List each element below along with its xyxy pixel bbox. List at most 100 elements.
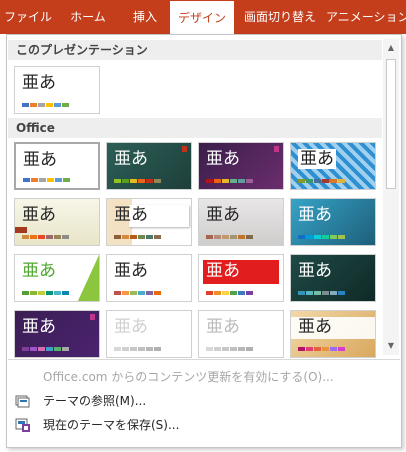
vertical-scrollbar[interactable]: ▲ ▼ [383, 39, 399, 355]
color-swatch [238, 291, 245, 295]
theme-tile-slice[interactable]: 亜あ [106, 198, 192, 246]
color-swatch [338, 347, 345, 351]
color-swatch [298, 291, 305, 295]
theme-tile-berlin[interactable]: 亜あ [198, 254, 284, 302]
color-swatch [338, 235, 345, 239]
color-swatch [322, 347, 329, 351]
enable-content-updates-command: Office.com からのコンテンツ更新を有効にする(O)... [7, 366, 399, 388]
browse-themes-command[interactable]: テーマの参照(M)... [7, 390, 399, 412]
tab-transitions[interactable]: 画面切り替え [234, 0, 326, 34]
color-swatch [214, 235, 221, 239]
theme-tile-wisp[interactable]: 亜あ [198, 198, 284, 246]
divider [8, 359, 400, 360]
color-swatch [46, 103, 53, 107]
accent-stripe [15, 227, 27, 233]
color-swatch [230, 179, 237, 183]
save-current-theme-command[interactable]: 現在のテーマを保存(S)... [7, 414, 399, 436]
color-swatch [30, 103, 37, 107]
save-theme-icon [15, 418, 30, 432]
color-swatch [46, 291, 53, 295]
theme-color-swatches [23, 178, 70, 182]
color-swatch [22, 347, 29, 351]
color-swatch [230, 235, 237, 239]
theme-tile-office-theme[interactable]: 亜あ [14, 142, 100, 190]
theme-sample-text: 亜あ [114, 205, 148, 225]
theme-color-swatches [298, 179, 345, 183]
theme-tile-dividend[interactable]: 亜あ [106, 310, 192, 358]
color-swatch [138, 235, 145, 239]
color-swatch [22, 235, 29, 239]
color-swatch [38, 103, 45, 107]
theme-sample-text: 亜あ [22, 317, 56, 337]
color-swatch [38, 291, 45, 295]
theme-color-swatches [22, 103, 69, 107]
theme-tile-basis[interactable]: 亜あ [106, 254, 192, 302]
color-swatch [314, 347, 321, 351]
save-current-theme-label: 現在のテーマを保存(S)... [43, 418, 180, 432]
color-swatch [55, 178, 62, 182]
theme-tile-ion[interactable]: 亜あ [290, 198, 376, 246]
theme-sample-text: 亜あ [114, 261, 148, 281]
color-swatch [322, 291, 329, 295]
color-swatch [154, 235, 161, 239]
color-swatch [114, 235, 121, 239]
theme-tile-retrospect[interactable]: 亜あ [14, 198, 100, 246]
scroll-down-icon[interactable]: ▼ [383, 339, 399, 353]
theme-sample-text: 亜あ [298, 261, 332, 281]
color-swatch [222, 179, 229, 183]
color-swatch [154, 179, 161, 183]
theme-tile-facet[interactable]: 亜あ [106, 142, 192, 190]
theme-tile-gallery[interactable]: 亜あ [290, 310, 376, 358]
theme-color-swatches [206, 291, 253, 295]
color-swatch [54, 235, 61, 239]
color-swatch [130, 291, 137, 295]
color-swatch [238, 235, 245, 239]
theme-sample-text: 亜あ [298, 149, 336, 169]
color-swatch [114, 347, 121, 351]
scroll-thumb[interactable] [386, 59, 396, 189]
tab-home[interactable]: ホーム [56, 0, 120, 34]
accent-wedge [77, 255, 99, 301]
theme-tile-integral[interactable]: 亜あ [14, 254, 100, 302]
color-swatch [122, 347, 129, 351]
theme-tile-current[interactable]: 亜あ [14, 66, 100, 114]
color-swatch [330, 291, 337, 295]
color-swatch [330, 179, 337, 183]
tab-animations[interactable]: アニメーション [326, 0, 406, 34]
color-swatch [214, 291, 221, 295]
color-swatch [338, 291, 345, 295]
scroll-up-icon[interactable]: ▲ [383, 41, 399, 55]
theme-sample-text: 亜あ [22, 205, 56, 225]
color-swatch [31, 178, 38, 182]
color-swatch [146, 291, 153, 295]
tab-insert[interactable]: 挿入 [120, 0, 170, 34]
theme-tile-frame[interactable]: 亜あ [198, 310, 284, 358]
color-swatch [322, 179, 329, 183]
tab-design[interactable]: デザイン [170, 1, 234, 34]
color-swatch [298, 235, 305, 239]
section-header-current: このプレゼンテーション [8, 40, 382, 60]
theme-sample-text: 亜あ [22, 261, 56, 281]
color-swatch [146, 347, 153, 351]
theme-sample-text: 亜あ [298, 317, 332, 337]
theme-sample-text: 亜あ [298, 205, 332, 225]
theme-tile-circuit[interactable]: 亜あ [290, 254, 376, 302]
color-swatch [138, 179, 145, 183]
theme-color-swatches [206, 179, 253, 183]
color-swatch [238, 179, 245, 183]
theme-tile-ion-boardroom[interactable]: 亜あ [198, 142, 284, 190]
theme-sample-text: 亜あ [206, 261, 240, 281]
color-swatch [23, 178, 30, 182]
color-swatch [122, 291, 129, 295]
tab-file[interactable]: ファイル [0, 0, 56, 34]
theme-color-swatches [114, 291, 161, 295]
color-swatch [30, 235, 37, 239]
color-swatch [314, 235, 321, 239]
theme-sample-text: 亜あ [114, 149, 148, 169]
color-swatch [62, 103, 69, 107]
theme-tile-organic[interactable]: 亜あ [290, 142, 376, 190]
color-swatch [306, 291, 313, 295]
theme-tile-depth[interactable]: 亜あ [14, 310, 100, 358]
color-swatch [130, 347, 137, 351]
theme-color-swatches [114, 235, 161, 239]
